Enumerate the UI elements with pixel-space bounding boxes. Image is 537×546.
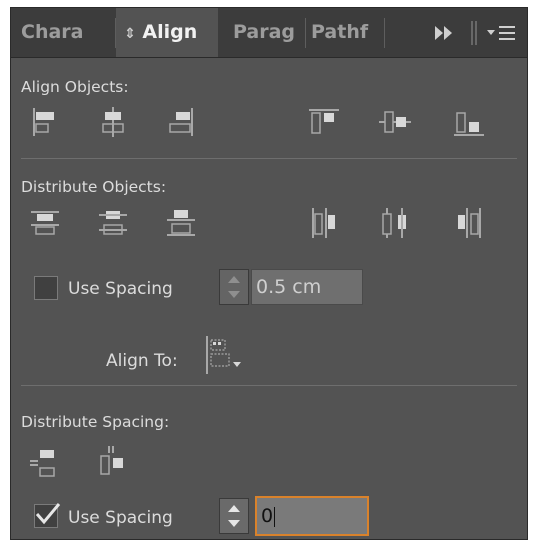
panel-menu-icon[interactable] xyxy=(485,21,519,45)
more-tabs-icon[interactable] xyxy=(431,21,461,45)
align-top-edges-button[interactable] xyxy=(306,104,342,140)
distribute-bottom-edges-icon xyxy=(167,210,195,236)
section-divider xyxy=(21,385,517,386)
distribute-spacing-heading: Distribute Spacing: xyxy=(21,413,170,431)
align-objects-heading: Align Objects: xyxy=(21,78,129,96)
chevron-down-icon xyxy=(233,362,241,367)
distribute-horizontal-space-icon xyxy=(100,446,123,475)
align-bottom-edges-button[interactable] xyxy=(451,104,487,140)
distribute-horizontal-space-button[interactable] xyxy=(95,444,131,480)
distribute-spacing-value: 0 xyxy=(261,505,274,527)
distribute-vertical-space-icon xyxy=(30,450,55,477)
collapse-arrows-icon: ⇕ xyxy=(124,26,136,42)
distribute-horizontal-centers-icon xyxy=(382,208,406,238)
distribute-left-edges-icon xyxy=(312,208,335,238)
distribute-left-edges-button[interactable] xyxy=(306,205,342,241)
use-spacing-checkbox[interactable] xyxy=(34,276,58,300)
distribute-spacing-value-field[interactable]: 0 xyxy=(255,496,369,536)
align-left-edges-icon xyxy=(33,108,54,136)
use-spacing-enabled-label: Use Spacing xyxy=(68,508,173,528)
tab-character[interactable]: Chara xyxy=(21,8,115,57)
tab-align[interactable]: ⇕ Align xyxy=(116,8,218,57)
distribute-right-edges-button[interactable] xyxy=(451,205,487,241)
distribute-objects-heading: Distribute Objects: xyxy=(21,178,167,196)
align-bottom-edges-icon xyxy=(454,112,484,136)
align-vertical-centers-button[interactable] xyxy=(377,104,413,140)
distribute-top-edges-icon xyxy=(31,211,59,235)
grip-icon xyxy=(469,19,479,47)
distribute-horizontal-centers-button[interactable] xyxy=(377,205,413,241)
align-horizontal-centers-button[interactable] xyxy=(95,104,131,140)
align-horizontal-centers-icon xyxy=(102,107,124,137)
distribute-top-edges-button[interactable] xyxy=(27,205,63,241)
align-panel: Chara ⇕ Align Parag Pathf Align Objects:… xyxy=(10,7,528,540)
distribute-bottom-edges-button[interactable] xyxy=(163,205,199,241)
align-to-label: Align To: xyxy=(106,351,178,371)
distribute-spacing-stepper[interactable] xyxy=(219,498,249,534)
spacing-value: 0.5 cm xyxy=(256,276,322,298)
tab-character-label: Chara xyxy=(21,21,84,43)
tab-paragraph-label: Parag xyxy=(233,21,296,43)
align-right-edges-icon xyxy=(169,108,193,136)
use-spacing-label: Use Spacing xyxy=(68,279,173,299)
spacing-stepper[interactable] xyxy=(219,269,249,305)
align-right-edges-button[interactable] xyxy=(163,104,199,140)
align-top-edges-icon xyxy=(309,109,339,134)
align-vertical-centers-icon xyxy=(379,111,411,133)
tab-align-label: Align xyxy=(142,21,198,43)
tab-pathfinder-label: Pathf xyxy=(311,21,369,43)
distribute-right-edges-icon xyxy=(458,208,481,238)
tab-pathfinder[interactable]: Pathf xyxy=(311,8,381,57)
distribute-vertical-centers-button[interactable] xyxy=(95,205,131,241)
distribute-vertical-centers-icon xyxy=(99,211,127,235)
tab-paragraph[interactable]: Parag xyxy=(233,8,305,57)
distribute-vertical-space-button[interactable] xyxy=(27,444,63,480)
align-left-edges-button[interactable] xyxy=(27,104,63,140)
checkmark-icon xyxy=(35,503,61,525)
panel-tab-bar: Chara ⇕ Align Parag Pathf xyxy=(11,8,527,58)
use-spacing-enabled-checkbox[interactable] xyxy=(34,503,61,528)
align-to-dropdown[interactable] xyxy=(203,334,253,376)
spacing-value-field[interactable]: 0.5 cm xyxy=(251,269,363,305)
align-to-selection-icon xyxy=(206,336,241,374)
section-divider xyxy=(21,158,517,159)
